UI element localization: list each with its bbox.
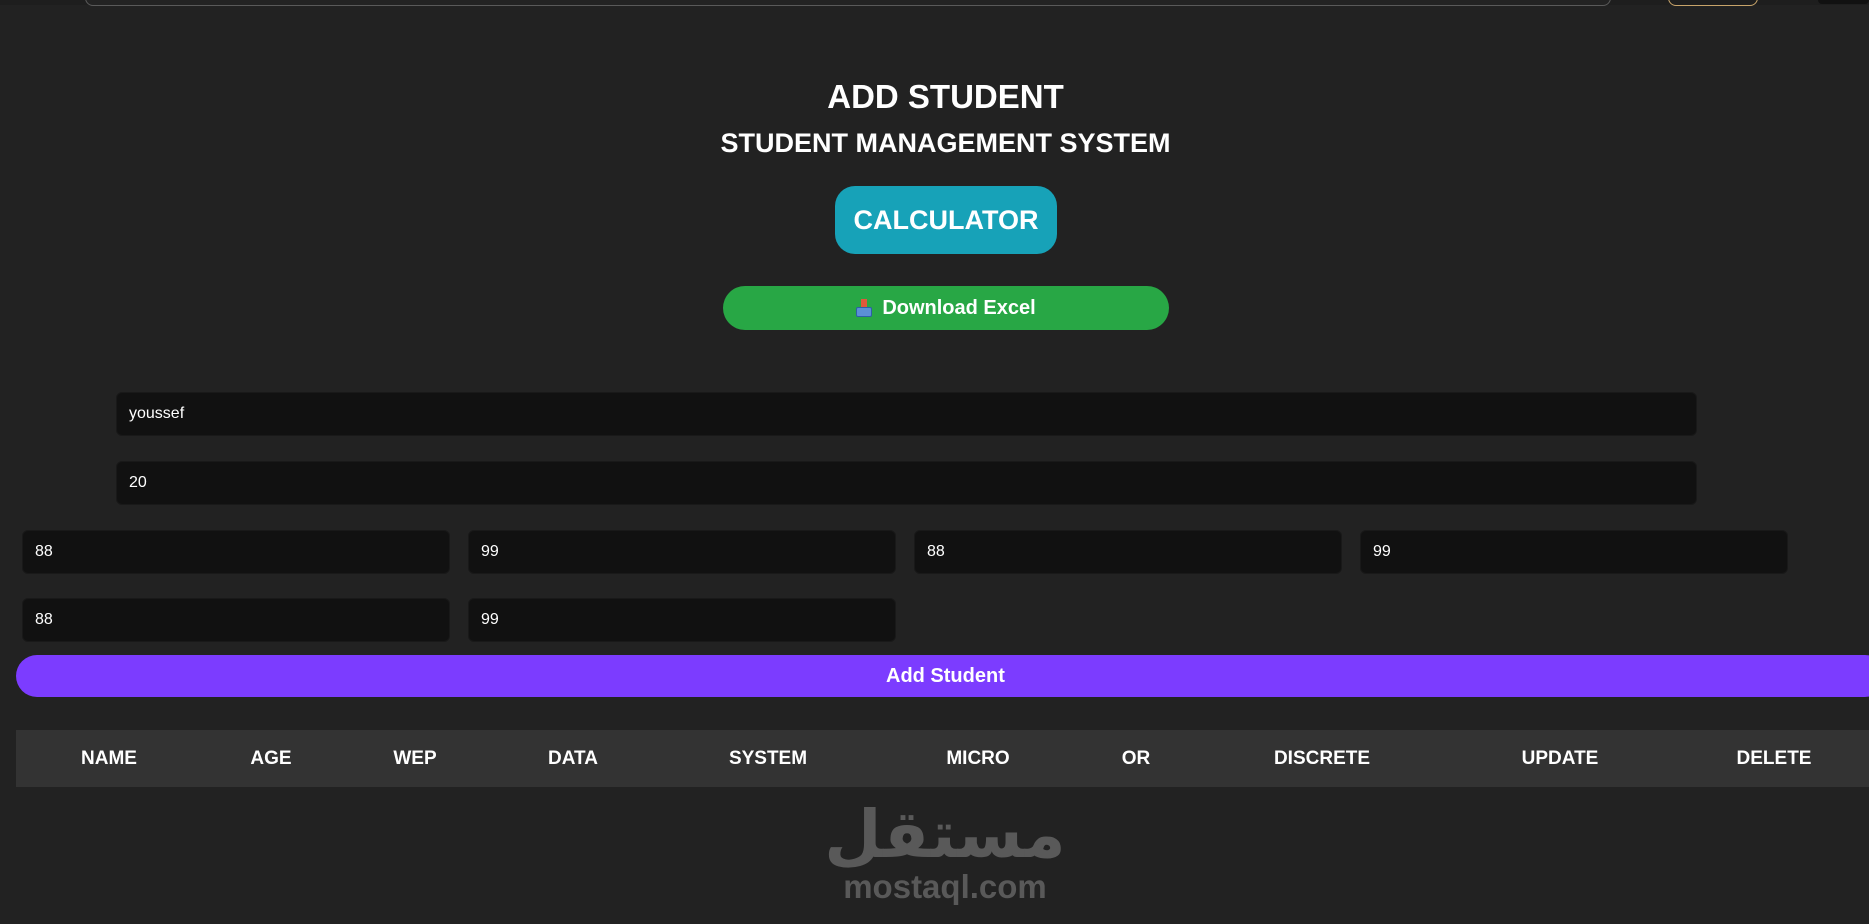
name-input[interactable] (116, 392, 1697, 436)
column-header-update: UPDATE (1521, 748, 1599, 769)
column-header-discrete: DISCRETE (1273, 748, 1371, 769)
grade-input-discrete[interactable] (468, 598, 896, 642)
page: ADD STUDENT STUDENT MANAGEMENT SYSTEM CA… (0, 0, 1869, 924)
watermark-arabic-text: مستقل (824, 796, 1066, 873)
download-excel-button[interactable]: Download Excel (723, 286, 1169, 330)
students-table-header: NAME AGE WEP DATA SYSTEM MICRO OR DISCRE… (16, 730, 1869, 787)
grade-input-micro[interactable] (1360, 530, 1788, 574)
grade-input-data[interactable] (468, 530, 896, 574)
column-header-age: AGE (250, 748, 292, 769)
age-input[interactable] (116, 461, 1697, 505)
add-student-button[interactable]: Add Student (16, 655, 1869, 697)
column-header-or: OR (1121, 748, 1151, 769)
browser-top-strip (0, 0, 1869, 6)
grade-input-wep[interactable] (22, 530, 450, 574)
page-title: ADD STUDENT (827, 78, 1064, 115)
grade-input-or[interactable] (22, 598, 450, 642)
column-header-system: SYSTEM (728, 748, 808, 769)
top-pill-button[interactable] (1668, 0, 1758, 6)
column-header-delete: DELETE (1736, 748, 1812, 769)
download-tray-icon (856, 299, 873, 317)
watermark-domain-text: mostaql.com (843, 868, 1047, 905)
column-header-data: DATA (548, 748, 598, 769)
page-subtitle: STUDENT MANAGEMENT SYSTEM (720, 128, 1171, 158)
column-header-wep: WEP (393, 748, 437, 769)
column-header-micro: MICRO (946, 748, 1010, 769)
grade-input-system[interactable] (914, 530, 1342, 574)
watermark-logo: مستقل mostaql.com (800, 795, 1090, 915)
download-excel-label: Download Excel (882, 296, 1036, 319)
calculator-button[interactable]: CALCULATOR (835, 186, 1057, 254)
column-header-name: NAME (81, 748, 137, 769)
address-bar[interactable] (85, 0, 1611, 6)
top-right-control[interactable] (1818, 0, 1869, 4)
